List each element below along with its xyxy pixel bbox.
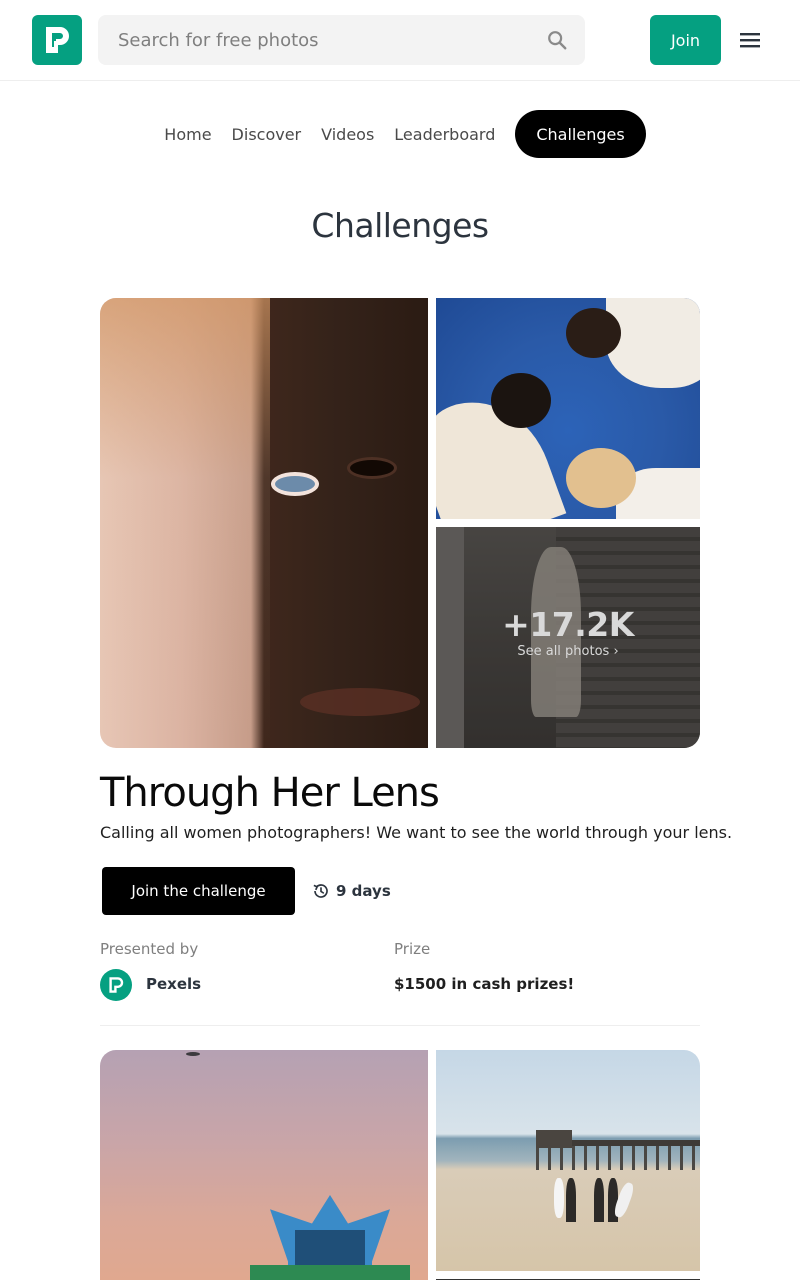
nav-item-challenges[interactable]: Challenges [515, 110, 646, 158]
prize-label: Prize [394, 940, 431, 958]
photo-detail [275, 476, 315, 492]
photo-detail [186, 1052, 200, 1056]
days-left: 9 days [336, 882, 391, 900]
menu-button[interactable] [738, 28, 762, 52]
photo-detail [566, 308, 621, 358]
challenge-photo-3-see-all[interactable]: +17.2K See all photos › [436, 527, 700, 748]
history-clock-icon [313, 884, 328, 898]
top-header: Join [0, 0, 800, 81]
time-remaining: 9 days [312, 880, 391, 902]
prize-value: $1500 in cash prizes! [394, 975, 575, 993]
pexels-logo-icon [109, 977, 124, 993]
join-challenge-button[interactable]: Join the challenge [102, 867, 295, 915]
photo-detail [350, 460, 394, 476]
photo-detail [295, 1230, 365, 1270]
join-button[interactable]: Join [650, 15, 721, 65]
nav-item-videos[interactable]: Videos [311, 110, 384, 158]
hamburger-menu-icon [740, 33, 760, 48]
section-divider [100, 1025, 700, 1026]
nav-item-discover[interactable]: Discover [222, 110, 312, 158]
search-bar [98, 15, 585, 65]
presented-by-label: Presented by [100, 940, 199, 958]
main-nav: Home Discover Videos Leaderboard Challen… [0, 110, 800, 158]
pexels-logo[interactable] [32, 15, 82, 65]
presenter-name[interactable]: Pexels [146, 975, 201, 993]
pexels-logo-icon [46, 27, 69, 53]
challenge-2-photo-2[interactable] [436, 1050, 700, 1271]
photo-detail [300, 688, 420, 716]
presenter-avatar[interactable] [100, 969, 132, 1001]
photo-count: +17.2K [502, 605, 634, 644]
photo-detail [566, 1178, 576, 1222]
nav-item-home[interactable]: Home [154, 110, 221, 158]
page-title: Challenges [311, 206, 489, 245]
search-icon [548, 31, 567, 50]
photo-detail [606, 298, 700, 388]
photo-detail [566, 448, 636, 508]
photo-detail [536, 1130, 572, 1148]
challenge-2-main-photo[interactable] [100, 1050, 428, 1280]
photo-detail [554, 1178, 564, 1218]
search-input[interactable] [98, 15, 538, 65]
see-all-overlay[interactable]: +17.2K See all photos › [436, 605, 700, 659]
challenge-photo-2[interactable] [436, 298, 700, 519]
photo-detail [594, 1178, 604, 1222]
photo-detail [250, 1265, 410, 1280]
see-all-photos-link[interactable]: See all photos › [436, 644, 700, 659]
challenge-main-photo[interactable] [100, 298, 428, 748]
search-button[interactable] [545, 28, 569, 52]
photo-detail [100, 298, 270, 748]
nav-item-leaderboard[interactable]: Leaderboard [384, 110, 505, 158]
photo-detail [491, 373, 551, 428]
challenge-title[interactable]: Through Her Lens [100, 770, 440, 816]
challenge-description: Calling all women photographers! We want… [100, 823, 733, 842]
